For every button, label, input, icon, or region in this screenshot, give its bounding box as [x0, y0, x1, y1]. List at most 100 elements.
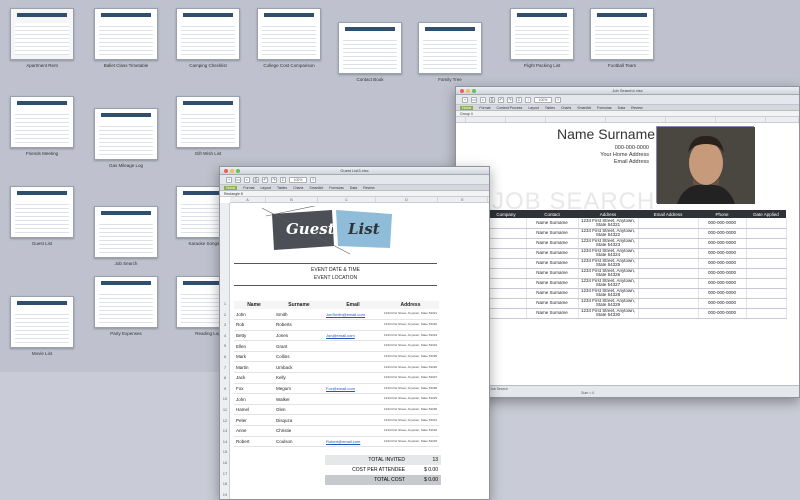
address-cell[interactable]: 1234 First Street, Anytown, State 54331 — [382, 414, 439, 427]
contact-cell[interactable]: Name Surname — [526, 288, 579, 299]
name-cell[interactable]: Robert — [234, 436, 274, 448]
worksheet[interactable]: Name Surname 000-000-0000 Your Home Addr… — [456, 124, 799, 385]
event-location[interactable]: EVENT LOCATION — [234, 275, 437, 281]
ribbon-tab[interactable]: Format — [243, 186, 254, 190]
ribbon-tab[interactable]: Tables — [277, 186, 287, 190]
help-icon[interactable]: ? — [555, 96, 561, 103]
ribbon-tab[interactable]: SmartArt — [577, 106, 591, 110]
contact-cell[interactable]: Name Surname — [526, 298, 579, 309]
column-header[interactable]: Email Address — [638, 210, 698, 218]
row-number[interactable]: 13 — [220, 428, 230, 433]
template-item[interactable]: Friends Meeting — [2, 96, 82, 156]
ribbon-tab[interactable]: Review — [363, 186, 374, 190]
print-icon[interactable]: ⎙ — [253, 176, 259, 183]
surname-cell[interactable]: Walker — [274, 393, 324, 405]
name-cell[interactable]: Rob — [234, 319, 274, 331]
address-cell[interactable]: 1234 First Street, Anytown, State 54326 — [382, 361, 439, 374]
email-cell[interactable] — [638, 278, 699, 289]
worksheet[interactable]: ABCDE 123456789101112131415161718192021 … — [220, 197, 489, 499]
email-cell[interactable] — [324, 425, 382, 437]
redo-icon[interactable]: ↷ — [507, 96, 513, 103]
row-number[interactable]: 9 — [220, 386, 230, 391]
name-cell[interactable]: John — [234, 309, 274, 321]
table-row[interactable]: Mark Collins 1234 First Street, Anytown, S… — [234, 351, 439, 363]
template-item[interactable]: Job Search — [86, 206, 166, 266]
phone-cell[interactable]: 000-000-0000 — [698, 228, 747, 239]
address-cell[interactable]: 1234 First Street, Anytown, State 54323 — [382, 330, 439, 342]
address-cell[interactable]: 1234 First Street, Anytown, State 54327 — [578, 278, 639, 289]
row-number[interactable]: 2 — [220, 312, 230, 317]
table-row[interactable]: Name Surname 1234 First Street, Anytown, … — [486, 258, 787, 269]
name-cell[interactable]: Martin — [234, 361, 274, 374]
row-number[interactable]: 5 — [220, 343, 230, 348]
table-row[interactable]: Hamel Glen 1234 First Street, Anytown, Sta… — [234, 404, 439, 416]
row-number[interactable]: 16 — [220, 460, 230, 465]
contact-cell[interactable]: Name Surname — [526, 228, 579, 239]
surname-cell[interactable]: Christie — [274, 425, 324, 437]
template-item[interactable]: Gift Wish List — [168, 96, 248, 156]
contact-cell[interactable]: Name Surname — [526, 308, 579, 319]
table-row[interactable]: Betty Jones Jon@email.com 1234 First Street… — [234, 330, 439, 342]
table-row[interactable]: Robert Coulson Robert@email.com 1234 First … — [234, 436, 439, 448]
table-row[interactable]: John Walker 1234 First Street, Anytown, St… — [234, 393, 439, 405]
column-letter[interactable]: B — [266, 197, 318, 202]
row-number[interactable]: 7 — [220, 365, 230, 370]
row-number[interactable]: 1 — [220, 301, 230, 306]
phone-cell[interactable]: 000-000-0000 — [698, 248, 747, 259]
template-thumbnail[interactable] — [10, 296, 74, 348]
template-item[interactable]: Contact Book — [330, 22, 410, 82]
template-item[interactable]: College Cost Comparison — [249, 8, 329, 68]
contact-cell[interactable]: Name Surname — [526, 278, 579, 289]
email-cell[interactable] — [324, 414, 382, 427]
date-cell[interactable] — [746, 268, 787, 279]
total-value[interactable]: $ 0.00 — [413, 467, 441, 473]
column-header[interactable]: Name — [234, 301, 274, 309]
name-cell[interactable]: Peter — [234, 414, 274, 427]
template-item[interactable]: Apartment Rent — [2, 8, 82, 68]
date-cell[interactable] — [746, 278, 787, 289]
surname-cell[interactable]: Jones — [274, 330, 324, 342]
email-cell[interactable] — [638, 218, 699, 229]
email-cell[interactable]: Jon@email.com — [324, 330, 382, 342]
event-date[interactable]: EVENT DATE & TIME — [234, 267, 437, 273]
table-row[interactable]: Anne Christie 1234 First Street, Anytown, … — [234, 425, 439, 437]
table-row[interactable]: Martin Umback 1234 First Street, Anytown, … — [234, 361, 439, 374]
email-cell[interactable] — [638, 308, 699, 319]
email-cell[interactable] — [324, 340, 382, 352]
template-item[interactable]: Ballet Class Timetable — [86, 8, 166, 68]
surname-cell[interactable]: Collins — [274, 351, 324, 363]
total-value[interactable]: $ 0.00 — [413, 477, 441, 483]
template-item[interactable]: Gas Mileage Log — [86, 108, 166, 168]
table-row[interactable]: John Smith JonSmith@email.com 1234 First St… — [234, 309, 439, 321]
address-cell[interactable]: 1234 First Street, Anytown, State 54332 — [382, 425, 439, 437]
email-cell[interactable]: Fox@email.com — [324, 383, 382, 395]
date-cell[interactable] — [746, 308, 787, 319]
template-item[interactable]: Family Tree — [410, 22, 490, 82]
name-cell[interactable]: Fox — [234, 383, 274, 395]
company-cell[interactable] — [486, 268, 527, 279]
row-number[interactable]: 12 — [220, 418, 230, 423]
template-item[interactable]: Football Team — [582, 8, 662, 68]
email-cell[interactable] — [638, 248, 699, 259]
ribbon-tab[interactable]: Home — [224, 185, 238, 190]
address-cell[interactable]: 1234 First Street, Anytown, State 54329 — [578, 298, 639, 309]
date-cell[interactable] — [746, 238, 787, 249]
contact-cell[interactable]: Name Surname — [526, 248, 579, 259]
date-cell[interactable] — [746, 298, 787, 309]
save-icon[interactable]: ▪ — [244, 176, 250, 183]
name-cell[interactable]: John — [234, 393, 274, 405]
contact-cell[interactable]: Name Surname — [526, 268, 579, 279]
row-number[interactable]: 19 — [220, 492, 230, 497]
email-cell[interactable] — [324, 404, 382, 416]
table-row[interactable]: Name Surname 1234 First Street, Anytown, … — [486, 288, 787, 299]
column-header[interactable]: Email — [324, 301, 382, 309]
address-cell[interactable]: 1234 First Street, Anytown, State 54322 — [578, 228, 639, 239]
address-cell[interactable]: 1234 First Street, Anytown, State 54323 — [578, 238, 639, 249]
table-row[interactable]: Name Surname 1234 First Street, Anytown, … — [486, 298, 787, 309]
email-cell[interactable]: JonSmith@email.com — [324, 309, 382, 321]
company-cell[interactable] — [486, 228, 527, 239]
phone-cell[interactable]: 000-000-0000 — [698, 288, 747, 299]
table-row[interactable]: Name Surname 1234 First Street, Anytown, … — [486, 308, 787, 319]
zoom-select[interactable]: 100% — [289, 176, 307, 183]
template-thumbnail[interactable] — [94, 276, 158, 328]
